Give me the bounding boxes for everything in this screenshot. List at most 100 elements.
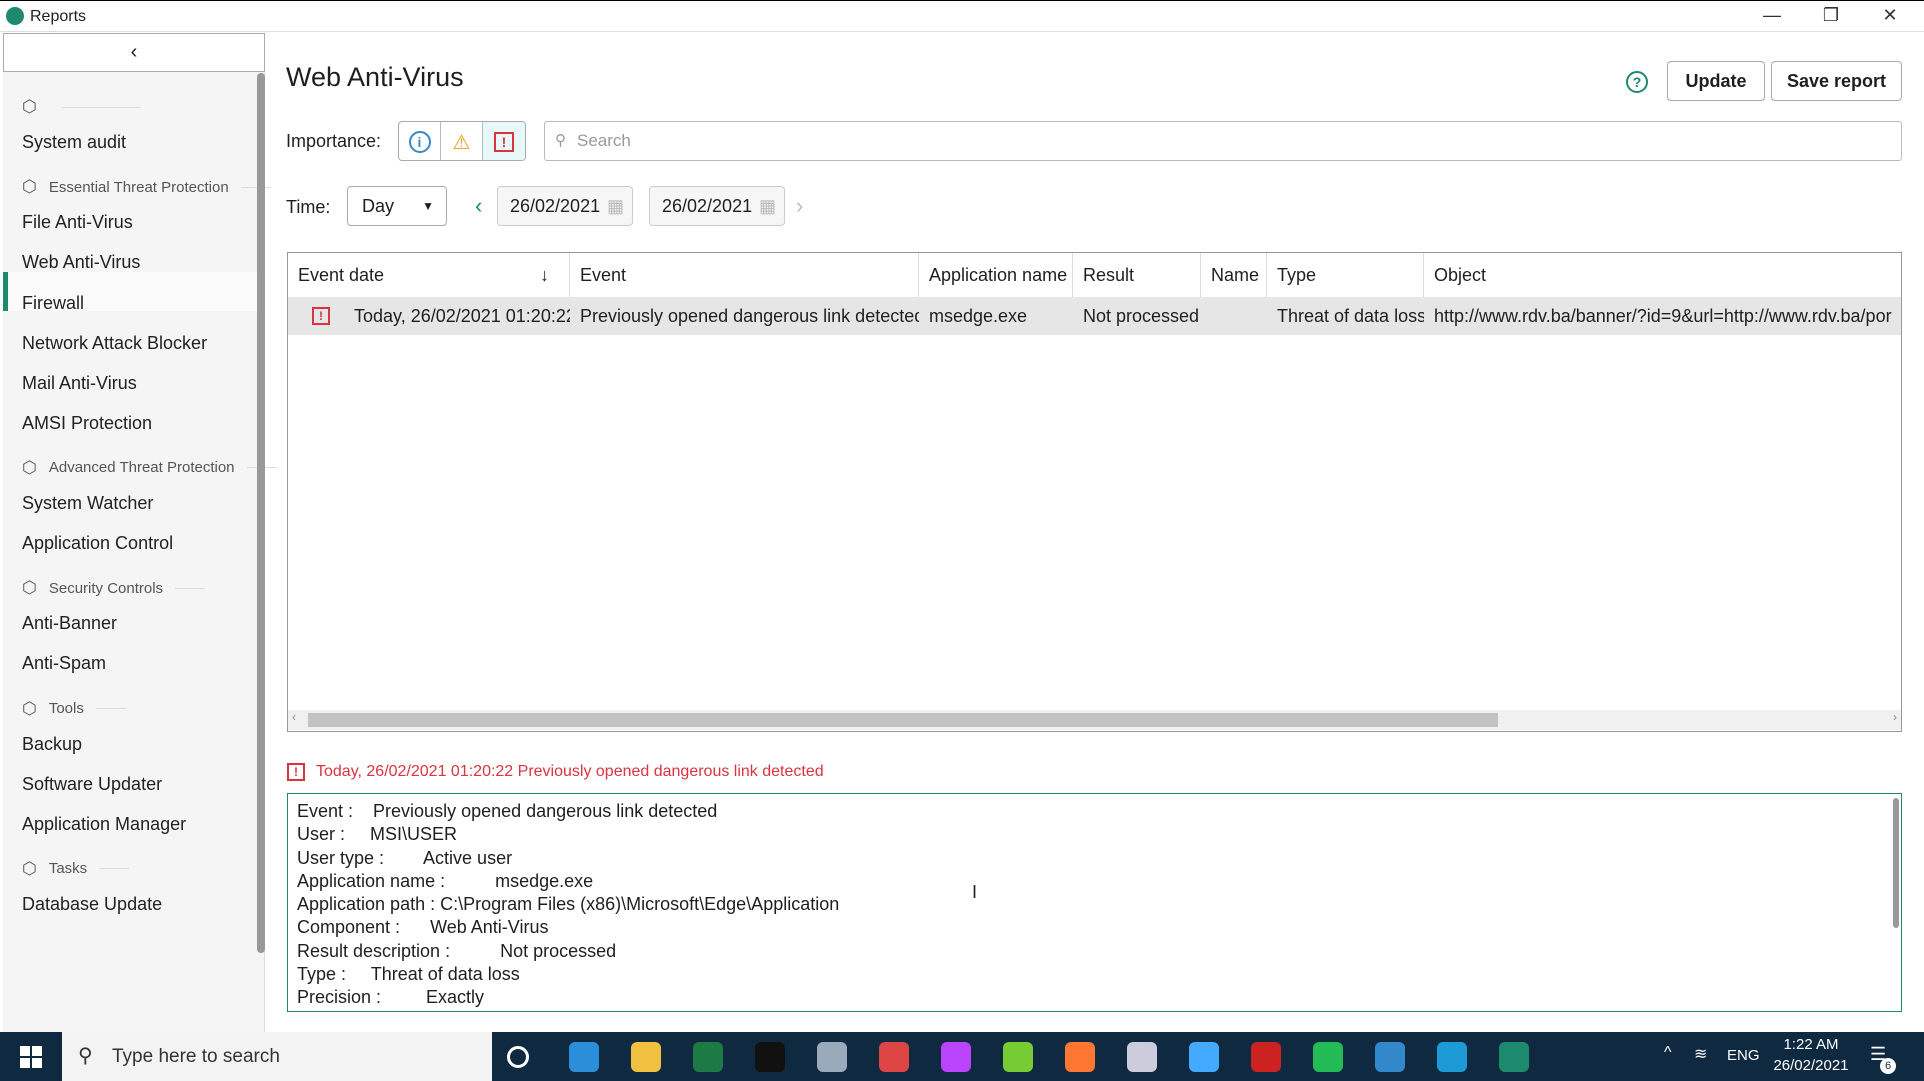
taskbar-search-input[interactable]: ⚲ Type here to search [62, 1032, 492, 1081]
windows-start-icon[interactable] [20, 1046, 42, 1068]
calendar-icon[interactable]: ▦ [759, 187, 776, 225]
sidebar-item[interactable]: Backup [22, 734, 82, 755]
cell-application-name: msedge.exe [929, 306, 1028, 326]
app-icon[interactable] [941, 1042, 971, 1072]
search-placeholder: Search [577, 131, 631, 150]
paint-icon[interactable] [1127, 1042, 1157, 1072]
detail-line: Event : Previously opened dangerous link… [297, 801, 718, 821]
kaspersky-icon[interactable] [1499, 1042, 1529, 1072]
importance-label: Importance: [286, 131, 382, 151]
app-icon[interactable] [817, 1042, 847, 1072]
sidebar-item[interactable]: Application Control [22, 533, 173, 554]
sidebar-section-header: ⬡ Tasks [22, 859, 130, 879]
sidebar-item[interactable]: System audit [22, 132, 126, 153]
column-header-event-date[interactable]: Event date ↓ [288, 253, 570, 297]
column-header-object[interactable]: Object [1424, 253, 1901, 297]
sidebar-item[interactable]: System Watcher [22, 493, 153, 514]
network-icon[interactable]: ≋ [1694, 1044, 1707, 1064]
sidebar-scrollbar[interactable] [257, 73, 265, 953]
minimize-button[interactable]: — [1752, 5, 1792, 26]
search-icon: ⚲ [555, 132, 566, 149]
sidebar-item[interactable]: Database Update [22, 894, 162, 915]
sidebar-item[interactable]: AMSI Protection [22, 413, 152, 434]
detail-line: User type : Active user [297, 847, 513, 868]
column-header-application-name[interactable]: Application name [919, 253, 1073, 297]
update-button[interactable]: Update [1667, 61, 1765, 101]
date-from-field[interactable]: 26/02/2021 ▦ [497, 186, 633, 226]
critical-icon: ! [287, 763, 305, 781]
close-button[interactable]: ✕ [1870, 5, 1910, 26]
sidebar-section-label: Tasks [48, 860, 88, 878]
help-icon[interactable]: ? [1626, 71, 1648, 93]
save-report-button[interactable]: Save report [1771, 61, 1902, 101]
scrollbar-thumb[interactable] [308, 713, 1498, 727]
collapse-sidebar-button[interactable]: ‹ [3, 33, 265, 72]
taskbar: ⚲ Type here to search ^ ≋ ENG 1:22 AM 26/0… [0, 1032, 1924, 1081]
shield-icon: ⬡ [22, 177, 37, 197]
app-logo-icon [6, 7, 24, 25]
info-filter-button[interactable]: i [399, 122, 441, 160]
app-icon[interactable] [1189, 1042, 1219, 1072]
sidebar-item[interactable]: File Anti-Virus [22, 212, 133, 233]
restore-button[interactable]: ❐ [1811, 5, 1851, 26]
terminal-icon[interactable] [755, 1042, 785, 1072]
next-period-button[interactable]: › [796, 193, 803, 219]
scroll-right-icon[interactable]: › [1893, 710, 1897, 724]
sidebar-section-header: ⬡ Essential Threat Protection [22, 177, 271, 197]
divider [175, 587, 206, 589]
chrome-icon[interactable] [879, 1042, 909, 1072]
date-to-field[interactable]: 26/02/2021 ▦ [649, 186, 785, 226]
edge-icon[interactable] [1437, 1042, 1467, 1072]
column-header-event[interactable]: Event [570, 253, 919, 297]
tray-chevron-up-icon[interactable]: ^ [1664, 1044, 1672, 1062]
cortana-icon[interactable] [507, 1046, 529, 1068]
photos-icon[interactable] [1375, 1042, 1405, 1072]
event-details-box[interactable]: Event : Previously opened dangerous link… [287, 793, 1902, 1012]
app-icon[interactable] [1003, 1042, 1033, 1072]
sidebar-item[interactable]: Anti-Spam [22, 653, 106, 674]
column-header-result[interactable]: Result [1073, 253, 1201, 297]
sidebar-item[interactable]: Software Updater [22, 774, 162, 795]
time-period-select[interactable]: Day ▼ [347, 186, 447, 226]
app-icon[interactable] [1313, 1042, 1343, 1072]
cell-type: Threat of data loss [1277, 306, 1424, 326]
sidebar-item[interactable]: Web Anti-Virus [22, 252, 140, 273]
cell-result: Not processed [1083, 306, 1200, 326]
info-icon: i [408, 131, 431, 153]
time-period-value: Day [362, 196, 395, 216]
excel-icon[interactable] [693, 1042, 723, 1072]
sidebar-item[interactable]: Anti-Banner [22, 613, 117, 634]
sidebar-item[interactable]: Mail Anti-Virus [22, 373, 137, 394]
clock[interactable]: 1:22 AM 26/02/2021 [1770, 1036, 1852, 1074]
search-input[interactable]: ⚲ Search [544, 121, 1902, 161]
column-header-type[interactable]: Type [1267, 253, 1424, 297]
column-header-name[interactable]: Name [1201, 253, 1267, 297]
shield-icon: ⬡ [22, 698, 37, 718]
critical-filter-button[interactable]: ! [483, 122, 525, 160]
text-cursor-icon: I [972, 882, 978, 902]
file-explorer-icon[interactable] [631, 1042, 661, 1072]
horizontal-scrollbar[interactable]: ‹ › [288, 710, 1901, 730]
sort-descending-icon: ↓ [540, 265, 549, 285]
language-indicator[interactable]: ENG [1727, 1047, 1760, 1064]
details-scrollbar[interactable] [1893, 798, 1899, 928]
app-icon[interactable] [1251, 1042, 1281, 1072]
sidebar-item[interactable]: Application Manager [22, 814, 186, 835]
edge-dev-icon[interactable] [569, 1042, 599, 1072]
firefox-icon[interactable] [1065, 1042, 1095, 1072]
sidebar-item[interactable]: Network Attack Blocker [22, 333, 207, 354]
warning-filter-button[interactable]: ⚠ [441, 122, 483, 160]
sidebar-section-label: Security Controls [48, 579, 164, 597]
window-title: Reports [30, 8, 87, 25]
title-bar: Reports — ❐ ✕ [0, 0, 1924, 32]
calendar-icon[interactable]: ▦ [607, 187, 624, 225]
cell-name [1201, 297, 1267, 335]
warning-icon: ⚠ [452, 131, 471, 154]
scroll-left-icon[interactable]: ‹ [292, 710, 296, 724]
taskbar-search-placeholder: Type here to search [112, 1046, 280, 1067]
cell-event: Previously opened dangerous link detecte… [580, 306, 919, 326]
previous-period-button[interactable]: ‹ [475, 193, 482, 219]
sidebar-item[interactable]: Firewall [22, 293, 84, 314]
detail-line: Type : Threat of data loss [297, 964, 520, 985]
clock-date: 26/02/2021 [1773, 1057, 1849, 1074]
